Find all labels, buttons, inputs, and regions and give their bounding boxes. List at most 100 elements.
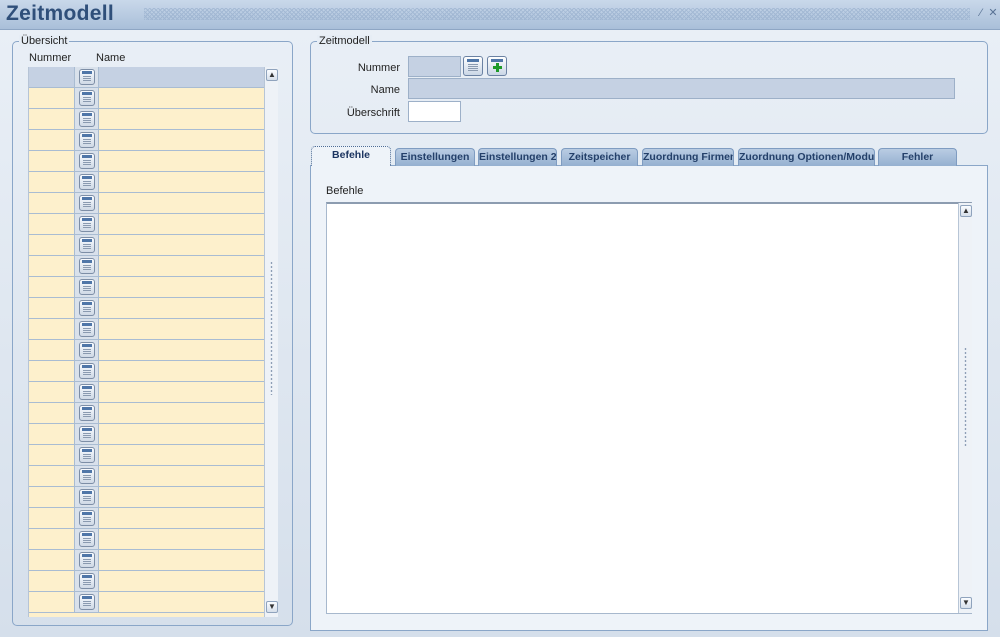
column-header-name[interactable]: Name — [96, 52, 125, 64]
row-name-cell[interactable] — [100, 382, 265, 402]
row-name-cell[interactable] — [100, 529, 265, 549]
row-open-button[interactable] — [75, 361, 99, 381]
row-name-cell[interactable] — [100, 130, 265, 150]
row-open-button[interactable] — [75, 487, 99, 507]
row-name-cell[interactable] — [100, 151, 265, 171]
row-number-cell[interactable] — [29, 592, 75, 612]
tab-befehle[interactable]: Befehle — [311, 146, 391, 166]
row-name-cell[interactable] — [100, 214, 265, 234]
row-number-cell[interactable] — [29, 172, 75, 192]
row-number-cell[interactable] — [29, 298, 75, 318]
scroll-down-arrow[interactable]: ▼ — [960, 597, 972, 609]
row-open-button[interactable] — [75, 592, 99, 612]
nummer-field[interactable] — [408, 56, 461, 77]
tab-zuordnung-firmen[interactable]: Zuordnung Firmen — [642, 148, 734, 166]
list-button[interactable] — [463, 56, 483, 76]
row-name-cell[interactable] — [100, 235, 265, 255]
row-name-cell[interactable] — [100, 424, 265, 444]
row-open-button[interactable] — [75, 256, 99, 276]
table-row[interactable] — [29, 67, 265, 88]
row-open-button[interactable] — [75, 445, 99, 465]
row-open-button[interactable] — [75, 277, 99, 297]
row-open-button[interactable] — [75, 130, 99, 150]
row-open-button[interactable] — [75, 109, 99, 129]
row-open-button[interactable] — [75, 67, 99, 87]
row-number-cell[interactable] — [29, 235, 75, 255]
table-row[interactable] — [29, 319, 265, 340]
row-open-button[interactable] — [75, 319, 99, 339]
row-open-button[interactable] — [75, 151, 99, 171]
row-number-cell[interactable] — [29, 424, 75, 444]
row-name-cell[interactable] — [100, 445, 265, 465]
table-row[interactable] — [29, 88, 265, 109]
row-open-button[interactable] — [75, 571, 99, 591]
name-field[interactable] — [408, 78, 955, 99]
column-header-number[interactable]: Nummer — [29, 52, 71, 64]
table-row[interactable] — [29, 361, 265, 382]
tab-fehler[interactable]: Fehler — [878, 148, 957, 166]
row-open-button[interactable] — [75, 235, 99, 255]
row-name-cell[interactable] — [100, 361, 265, 381]
row-open-button[interactable] — [75, 382, 99, 402]
row-open-button[interactable] — [75, 529, 99, 549]
row-name-cell[interactable] — [100, 403, 265, 423]
row-name-cell[interactable] — [100, 67, 265, 87]
row-open-button[interactable] — [75, 298, 99, 318]
row-number-cell[interactable] — [29, 466, 75, 486]
table-row[interactable] — [29, 235, 265, 256]
row-number-cell[interactable] — [29, 445, 75, 465]
row-number-cell[interactable] — [29, 130, 75, 150]
row-name-cell[interactable] — [100, 571, 265, 591]
scroll-up-arrow[interactable]: ▲ — [266, 69, 278, 81]
befehle-textarea[interactable] — [326, 202, 972, 614]
row-name-cell[interactable] — [100, 256, 265, 276]
table-row[interactable] — [29, 424, 265, 445]
table-row[interactable] — [29, 382, 265, 403]
row-open-button[interactable] — [75, 193, 99, 213]
row-number-cell[interactable] — [29, 529, 75, 549]
tab-zuordnung-optionen-module[interactable]: Zuordnung Optionen/Module — [738, 148, 875, 166]
row-name-cell[interactable] — [100, 466, 265, 486]
add-button[interactable] — [487, 56, 507, 76]
row-open-button[interactable] — [75, 403, 99, 423]
row-number-cell[interactable] — [29, 340, 75, 360]
row-open-button[interactable] — [75, 214, 99, 234]
row-name-cell[interactable] — [100, 277, 265, 297]
befehle-scrollbar[interactable]: ▲ ▼ — [958, 203, 972, 613]
row-number-cell[interactable] — [29, 88, 75, 108]
row-number-cell[interactable] — [29, 508, 75, 528]
scroll-down-arrow[interactable]: ▼ — [266, 601, 278, 613]
row-open-button[interactable] — [75, 550, 99, 570]
row-name-cell[interactable] — [100, 172, 265, 192]
table-row[interactable] — [29, 571, 265, 592]
row-open-button[interactable] — [75, 466, 99, 486]
row-number-cell[interactable] — [29, 571, 75, 591]
row-number-cell[interactable] — [29, 277, 75, 297]
row-name-cell[interactable] — [100, 193, 265, 213]
scroll-up-arrow[interactable]: ▲ — [960, 205, 972, 217]
scrollbar-grip[interactable] — [964, 347, 967, 447]
row-number-cell[interactable] — [29, 382, 75, 402]
row-name-cell[interactable] — [100, 592, 265, 612]
row-name-cell[interactable] — [100, 487, 265, 507]
table-row[interactable] — [29, 340, 265, 361]
table-row[interactable] — [29, 592, 265, 613]
row-open-button[interactable] — [75, 88, 99, 108]
overview-scrollbar[interactable]: ▲ ▼ — [264, 67, 278, 617]
table-row[interactable] — [29, 445, 265, 466]
row-number-cell[interactable] — [29, 109, 75, 129]
table-row[interactable] — [29, 508, 265, 529]
row-name-cell[interactable] — [100, 88, 265, 108]
row-name-cell[interactable] — [100, 550, 265, 570]
row-number-cell[interactable] — [29, 67, 75, 87]
table-row[interactable] — [29, 151, 265, 172]
row-name-cell[interactable] — [100, 340, 265, 360]
row-open-button[interactable] — [75, 340, 99, 360]
row-number-cell[interactable] — [29, 487, 75, 507]
row-number-cell[interactable] — [29, 361, 75, 381]
table-row[interactable] — [29, 214, 265, 235]
tab-zeitspeicher[interactable]: Zeitspeicher — [561, 148, 638, 166]
row-number-cell[interactable] — [29, 403, 75, 423]
row-number-cell[interactable] — [29, 214, 75, 234]
table-row[interactable] — [29, 130, 265, 151]
